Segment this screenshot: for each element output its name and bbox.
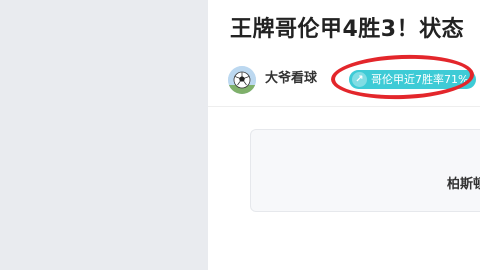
embedded-card-text: 柏斯顿 — [447, 177, 480, 192]
left-gutter — [0, 0, 208, 270]
topic-tag-label: 哥伦甲近7胜率71% — [371, 73, 469, 86]
trend-arrow-icon: ↗ — [352, 72, 367, 87]
page: 王牌哥伦甲4胜3！状态 大爷看球 ↗ 哥伦甲近7胜率71% 柏斯顿 — [0, 0, 480, 270]
author-avatar[interactable] — [228, 66, 256, 94]
article-content: 王牌哥伦甲4胜3！状态 大爷看球 ↗ 哥伦甲近7胜率71% 柏斯顿 — [208, 0, 480, 270]
article-title: 王牌哥伦甲4胜3！状态 — [230, 17, 465, 42]
topic-tag[interactable]: ↗ 哥伦甲近7胜率71% — [349, 70, 477, 89]
author-name[interactable]: 大爷看球 — [265, 70, 317, 88]
soccer-ball-avatar-icon — [228, 66, 256, 94]
embedded-card[interactable]: 柏斯顿 — [250, 129, 480, 212]
header-divider — [208, 106, 480, 107]
